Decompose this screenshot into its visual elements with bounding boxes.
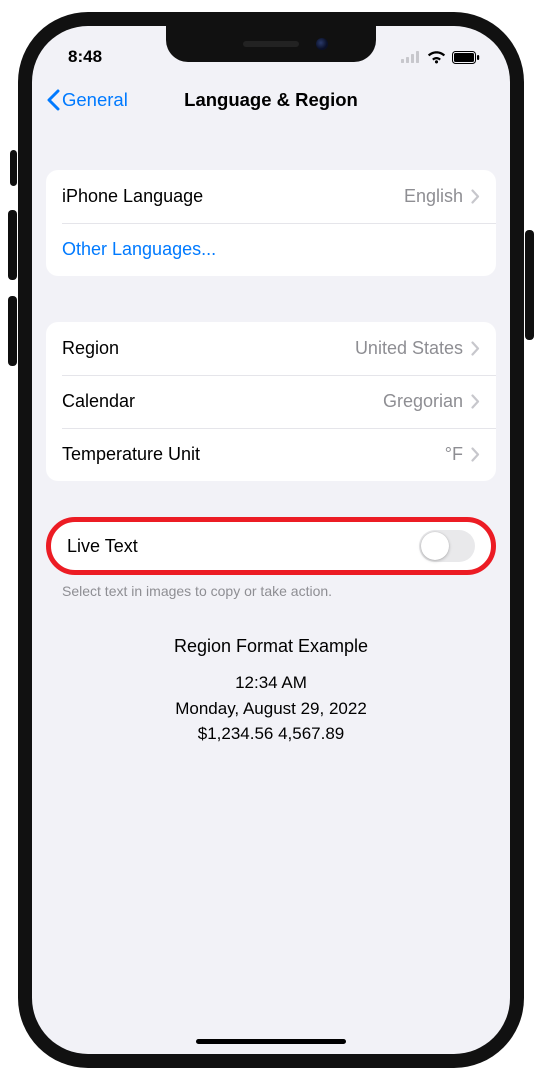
iphone-language-row[interactable]: iPhone Language English — [46, 170, 496, 223]
iphone-language-label: iPhone Language — [62, 186, 404, 207]
toggle-knob — [421, 532, 449, 560]
temperature-unit-value: °F — [445, 444, 463, 465]
page-title: Language & Region — [184, 89, 358, 111]
example-date: Monday, August 29, 2022 — [46, 696, 496, 722]
live-text-row[interactable]: Live Text — [51, 522, 491, 570]
iphone-language-value: English — [404, 186, 463, 207]
chevron-right-icon — [471, 447, 480, 462]
example-currency: $1,234.56 4,567.89 — [46, 721, 496, 747]
calendar-value: Gregorian — [383, 391, 463, 412]
chevron-right-icon — [471, 394, 480, 409]
region-settings-group: Region United States Calendar Gregorian … — [46, 322, 496, 481]
live-text-footer: Select text in images to copy or take ac… — [46, 575, 496, 599]
region-label: Region — [62, 338, 355, 359]
notch — [166, 26, 376, 62]
chevron-right-icon — [471, 189, 480, 204]
other-languages-label: Other Languages... — [62, 239, 480, 260]
temperature-unit-label: Temperature Unit — [62, 444, 445, 465]
speaker-grille — [243, 41, 299, 47]
status-time: 8:48 — [68, 47, 102, 67]
back-label: General — [62, 89, 128, 111]
chevron-right-icon — [471, 341, 480, 356]
phone-volume-up — [8, 210, 17, 280]
example-title: Region Format Example — [46, 633, 496, 660]
calendar-label: Calendar — [62, 391, 383, 412]
phone-frame: 8:48 General Language & Re — [18, 12, 524, 1068]
live-text-label: Live Text — [67, 536, 419, 557]
region-value: United States — [355, 338, 463, 359]
battery-icon — [452, 51, 480, 64]
wifi-icon — [427, 50, 446, 64]
language-group: iPhone Language English Other Languages.… — [46, 170, 496, 276]
region-row[interactable]: Region United States — [46, 322, 496, 375]
temperature-unit-row[interactable]: Temperature Unit °F — [46, 428, 496, 481]
phone-side-button — [525, 230, 534, 340]
screen: 8:48 General Language & Re — [32, 26, 510, 1054]
chevron-left-icon — [46, 89, 60, 111]
example-time: 12:34 AM — [46, 670, 496, 696]
back-button[interactable]: General — [46, 76, 128, 124]
live-text-toggle[interactable] — [419, 530, 475, 562]
calendar-row[interactable]: Calendar Gregorian — [46, 375, 496, 428]
cellular-icon — [401, 51, 421, 63]
live-text-group: Live Text — [46, 517, 496, 575]
front-camera — [316, 38, 328, 50]
phone-silence-switch — [10, 150, 17, 186]
other-languages-row[interactable]: Other Languages... — [46, 223, 496, 276]
region-format-example: Region Format Example 12:34 AM Monday, A… — [46, 633, 496, 747]
home-indicator[interactable] — [196, 1039, 346, 1044]
nav-bar: General Language & Region — [32, 76, 510, 124]
phone-volume-down — [8, 296, 17, 366]
